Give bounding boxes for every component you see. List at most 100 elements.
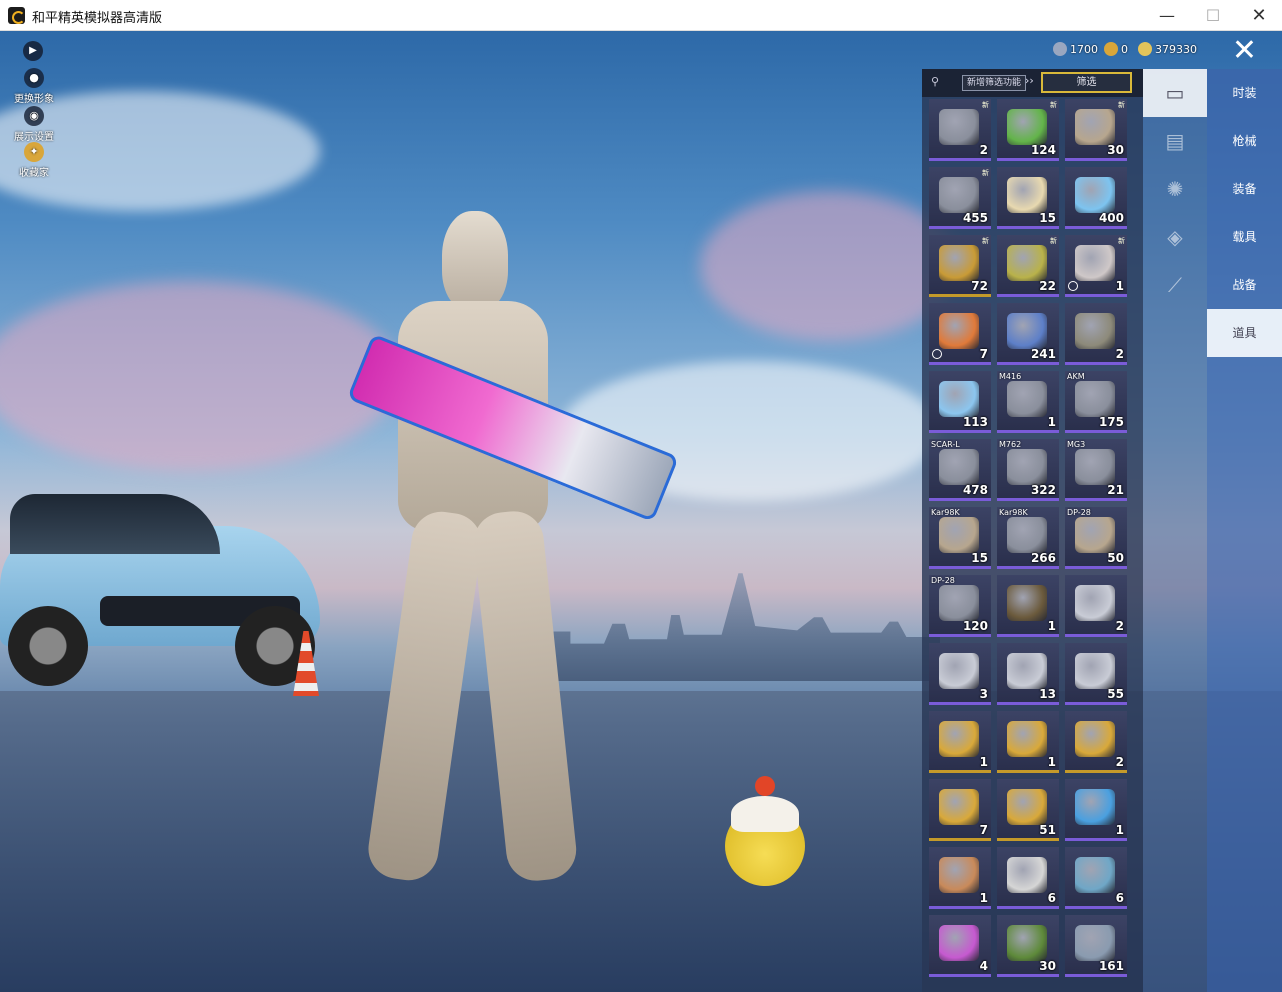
inventory-item[interactable]: 55 — [1065, 643, 1127, 705]
calendar-icon[interactable]: ▤ — [1143, 117, 1207, 165]
inventory-item[interactable]: 1 — [929, 711, 991, 773]
inventory-item[interactable]: 30 — [997, 915, 1059, 977]
maximize-button[interactable]: ☐ — [1190, 0, 1236, 31]
category-tabs: 时装 枪械 装备 载具 战备 道具 — [1207, 69, 1282, 992]
expand-arrow-icon[interactable]: ▶ — [23, 41, 43, 61]
inventory-item[interactable]: 6 — [997, 847, 1059, 909]
display-settings-button[interactable]: ◉ 展示设置 — [10, 106, 58, 143]
hands-badge-icon — [939, 857, 979, 893]
fuel-can-icon — [1007, 925, 1047, 961]
inventory-item[interactable]: 241 — [997, 303, 1059, 365]
rifle-icon[interactable]: ⟋ — [1143, 261, 1207, 309]
gold-card-icon — [939, 245, 979, 281]
inventory-item[interactable]: MG3 21 — [1065, 439, 1127, 501]
spring-part-icon — [1075, 381, 1115, 417]
inventory-item[interactable]: 6 — [1065, 847, 1127, 909]
minimize-button[interactable]: — — [1144, 0, 1190, 31]
tab-guns[interactable]: 枪械 — [1207, 117, 1282, 165]
search-icon[interactable]: ⚲ — [931, 75, 944, 88]
inventory-panel: ⚲ 新增筛选功能 ›› 筛选 新 2 新 124 新 30 新 455 15 400 新 72 新 22 新… — [922, 69, 1143, 992]
inventory-item[interactable]: 新2 — [929, 99, 991, 161]
inventory-item[interactable]: 3 — [929, 643, 991, 705]
burst-icon[interactable]: ✺ — [1143, 165, 1207, 213]
spray-can-pink-icon — [939, 925, 979, 961]
tab-outfit[interactable]: 时装 — [1207, 69, 1282, 117]
tab-items[interactable]: 道具 — [1207, 309, 1282, 357]
coupon-icon — [1053, 42, 1067, 56]
inventory-item[interactable]: AKM 175 — [1065, 371, 1127, 433]
spring-part-icon — [939, 449, 979, 485]
change-avatar-button[interactable]: ● 更换形象 — [10, 68, 58, 105]
blue-orb-icon — [939, 381, 979, 417]
inventory-item[interactable]: SCAR-L 478 — [929, 439, 991, 501]
item-count: 2 — [1115, 619, 1124, 633]
avatar-icon: ● — [24, 68, 44, 88]
item-count: 3 — [979, 687, 988, 701]
inventory-item[interactable]: 2 — [1065, 575, 1127, 637]
inventory-item[interactable]: 15 — [997, 167, 1059, 229]
inventory-item[interactable]: 7 — [929, 303, 991, 365]
inventory-item[interactable]: 13 — [997, 643, 1059, 705]
inventory-item[interactable]: 1 — [997, 711, 1059, 773]
inventory-item[interactable]: 新 30 — [1065, 99, 1127, 161]
token-icon — [1104, 42, 1118, 56]
inventory-item[interactable]: M762 322 — [997, 439, 1059, 501]
inventory-item[interactable]: 113 — [929, 371, 991, 433]
inventory-item[interactable]: 161 — [1065, 915, 1127, 977]
coin-icon — [1138, 42, 1152, 56]
weapon-box-icon — [1075, 313, 1115, 349]
item-count: 400 — [1098, 211, 1124, 225]
card-icon[interactable]: ▭ — [1143, 69, 1207, 117]
collector-label: 收藏家 — [19, 168, 49, 179]
crate-icon — [1075, 517, 1115, 553]
new-badge: 新 — [982, 101, 989, 109]
inventory-item[interactable]: 1 — [997, 575, 1059, 637]
spray-gun-icon — [1075, 925, 1115, 961]
filter-label: 筛选 — [1076, 77, 1097, 88]
double-arrow-icon: ›› — [1025, 74, 1034, 87]
close-window-button[interactable]: ✕ — [1236, 0, 1282, 31]
inventory-item[interactable]: 新 124 — [997, 99, 1059, 161]
collector-button[interactable]: ✦ 收藏家 — [10, 142, 58, 179]
currency-token: 0 — [1104, 40, 1128, 58]
cloud — [700, 191, 960, 341]
spring-part-icon — [939, 585, 979, 621]
item-count: 30 — [1107, 143, 1124, 157]
close-inventory-button[interactable]: ✕ — [1207, 31, 1282, 69]
inventory-item[interactable]: 7 — [929, 779, 991, 841]
gold-card-icon — [1007, 721, 1047, 757]
tab-vehicles[interactable]: 载具 — [1207, 213, 1282, 261]
inventory-item[interactable]: Kar98K 266 — [997, 507, 1059, 569]
crate-icon — [1075, 109, 1115, 145]
ticket-icon[interactable]: ◈ — [1143, 213, 1207, 261]
inventory-item[interactable]: 新 22 — [997, 235, 1059, 297]
inventory-item[interactable]: Kar98K 15 — [929, 507, 991, 569]
inventory-item[interactable]: 2 — [1065, 303, 1127, 365]
inventory-item[interactable]: 4 — [929, 915, 991, 977]
item-count: 161 — [1098, 959, 1124, 973]
new-filter-feature-button[interactable]: 新增筛选功能 — [962, 75, 1027, 91]
grenade-icon — [1007, 245, 1047, 281]
item-count: 6 — [1047, 891, 1056, 905]
inventory-item[interactable]: 1 — [929, 847, 991, 909]
item-weapon-tag: M416 — [999, 372, 1022, 381]
inventory-item[interactable]: 新1 — [1065, 235, 1127, 297]
inventory-item[interactable]: 新 455 — [929, 167, 991, 229]
inventory-item[interactable]: DP-28 50 — [1065, 507, 1127, 569]
inventory-item[interactable]: 1 — [1065, 779, 1127, 841]
inventory-item[interactable]: 2 — [1065, 711, 1127, 773]
item-count: 2 — [979, 143, 988, 157]
tab-equipment[interactable]: 装备 — [1207, 165, 1282, 213]
inventory-item[interactable]: 新 72 — [929, 235, 991, 297]
book-icon — [1007, 585, 1047, 621]
tab-supplies[interactable]: 战备 — [1207, 261, 1282, 309]
inventory-item[interactable]: M416 1 — [997, 371, 1059, 433]
inventory-item[interactable]: 400 — [1065, 167, 1127, 229]
new-badge: 新 — [1050, 237, 1057, 245]
collector-badge-icon: ✦ — [24, 142, 44, 162]
item-count: 455 — [962, 211, 988, 225]
item-count: 7 — [979, 823, 988, 837]
inventory-item[interactable]: DP-28 120 — [929, 575, 991, 637]
inventory-item[interactable]: 51 — [997, 779, 1059, 841]
filter-button[interactable]: 筛选 — [1041, 72, 1132, 93]
